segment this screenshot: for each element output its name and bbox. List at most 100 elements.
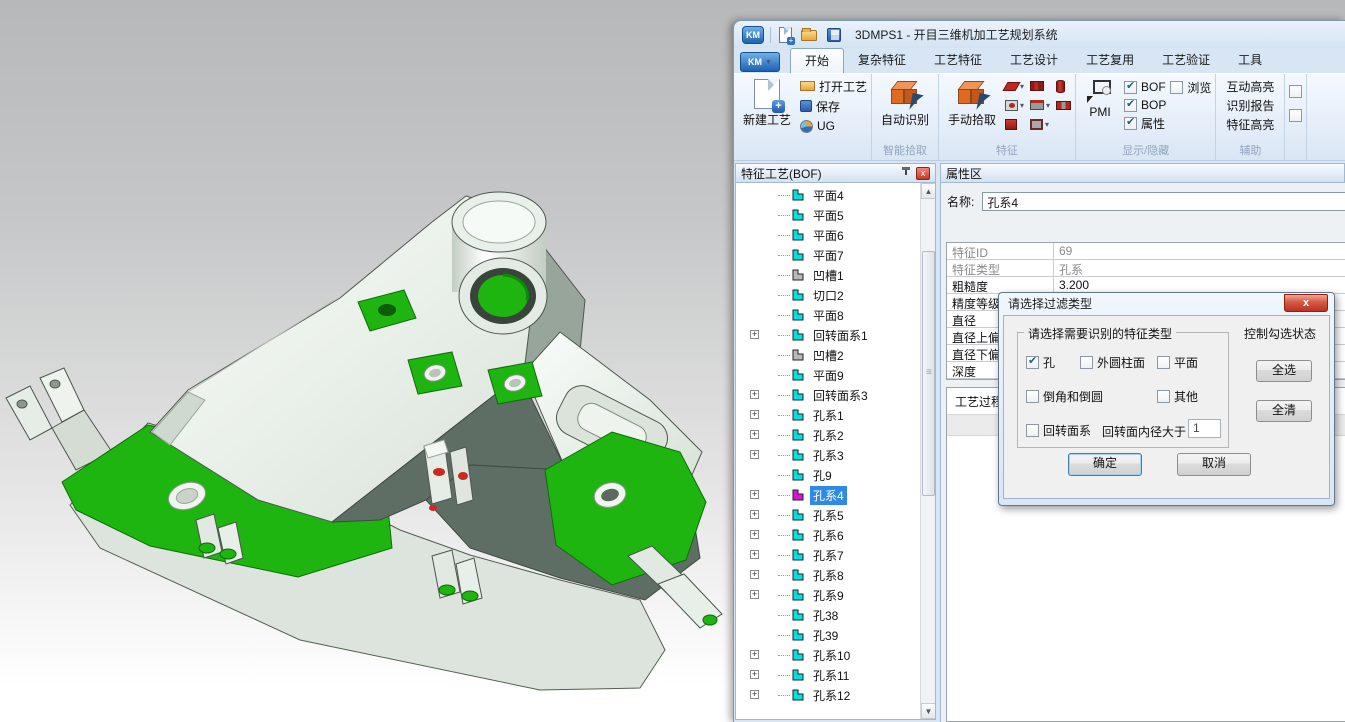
clipped-checkbox-1[interactable] (1289, 82, 1302, 100)
save-icon[interactable] (825, 26, 843, 44)
tree-item-孔系12[interactable]: +孔系12 (736, 685, 920, 705)
tab-复杂特征[interactable]: 复杂特征 (844, 48, 920, 73)
checkbox-BOP[interactable]: BOP (1124, 96, 1166, 114)
tree-item-孔系4[interactable]: +孔系4 (736, 485, 920, 505)
feature-icon (792, 309, 804, 321)
tree-item-平面9[interactable]: 平面9 (736, 365, 920, 385)
expand-icon[interactable]: + (750, 570, 759, 579)
expand-icon[interactable]: + (750, 330, 759, 339)
expand-icon[interactable]: + (750, 550, 759, 559)
assist-link-互动高亮[interactable]: 互动高亮 (1220, 78, 1280, 97)
tree-item-孔系6[interactable]: +孔系6 (736, 525, 920, 545)
tree-item-孔系3[interactable]: +孔系3 (736, 445, 920, 465)
name-input[interactable]: 孔系4 (982, 192, 1345, 211)
pocket-feature-button[interactable]: ▾ (1030, 97, 1050, 113)
plane-feature-button[interactable]: ▾ (1005, 78, 1024, 94)
expand-icon[interactable]: + (750, 650, 759, 659)
select-all-button[interactable]: 全选 (1256, 360, 1312, 382)
pmi-button[interactable]: PMI (1080, 76, 1120, 119)
dialog-checkbox-孔[interactable]: 孔 (1026, 353, 1055, 371)
expand-icon[interactable]: + (750, 670, 759, 679)
open-process-button[interactable]: 打开工艺 (800, 76, 867, 96)
gray-face-icon (1030, 119, 1043, 130)
expand-icon[interactable]: + (750, 390, 759, 399)
ug-button[interactable]: UG (800, 116, 867, 136)
tab-工艺特征[interactable]: 工艺特征 (920, 48, 996, 73)
clear-all-button[interactable]: 全清 (1256, 400, 1312, 422)
tree-item-平面8[interactable]: 平面8 (736, 305, 920, 325)
property-row-特征ID[interactable]: 特征ID69 (947, 243, 1345, 260)
expand-icon[interactable]: + (750, 410, 759, 419)
tree-item-孔系5[interactable]: +孔系5 (736, 505, 920, 525)
browse-checkbox[interactable]: 浏览 (1170, 78, 1211, 96)
assist-link-特征高亮[interactable]: 特征高亮 (1220, 116, 1280, 135)
tree-item-label: 切口2 (810, 286, 847, 305)
scrollbar-thumb[interactable] (922, 251, 935, 496)
auto-recognize-button[interactable]: 自动识别 (876, 76, 934, 128)
tree-item-孔9[interactable]: 孔9 (736, 465, 920, 485)
tree-item-平面6[interactable]: 平面6 (736, 225, 920, 245)
checkbox-属性[interactable]: 属性 (1124, 114, 1166, 132)
inner-diameter-input[interactable]: 1 (1188, 419, 1221, 438)
expand-icon[interactable]: + (750, 510, 759, 519)
tree-item-孔38[interactable]: 孔38 (736, 605, 920, 625)
dialog-checkbox-外圆柱面[interactable]: 外圆柱面 (1080, 353, 1145, 371)
dialog-checkbox-其他[interactable]: 其他 (1157, 387, 1198, 405)
tree-item-切口2[interactable]: 切口2 (736, 285, 920, 305)
clipped-checkbox-2[interactable] (1289, 106, 1302, 124)
cancel-button[interactable]: 取消 (1177, 453, 1251, 476)
expand-icon[interactable]: + (750, 490, 759, 499)
new-process-button[interactable]: + 新建工艺 (738, 76, 796, 128)
tab-工艺设计[interactable]: 工艺设计 (996, 48, 1072, 73)
tab-工艺复用[interactable]: 工艺复用 (1072, 48, 1148, 73)
tree-item-回转面系3[interactable]: +回转面系3 (736, 385, 920, 405)
close-icon[interactable]: x (916, 167, 930, 180)
tree-item-平面7[interactable]: 平面7 (736, 245, 920, 265)
tab-工艺验证[interactable]: 工艺验证 (1148, 48, 1224, 73)
tree-item-平面5[interactable]: 平面5 (736, 205, 920, 225)
expand-icon[interactable]: + (750, 530, 759, 539)
tree-item-孔39[interactable]: 孔39 (736, 625, 920, 645)
expand-icon[interactable]: + (750, 450, 759, 459)
dialog-checkbox-倒角和倒圆[interactable]: 倒角和倒圆 (1026, 387, 1103, 405)
pin-icon[interactable] (900, 167, 912, 179)
scroll-down-button[interactable]: ▼ (921, 703, 936, 719)
tree-item-孔系7[interactable]: +孔系7 (736, 545, 920, 565)
tree-item-孔系2[interactable]: +孔系2 (736, 425, 920, 445)
assist-link-识别报告[interactable]: 识别报告 (1220, 97, 1280, 116)
cylinder-pair-feature-button[interactable] (1056, 97, 1071, 113)
ok-button[interactable]: 确定 (1068, 453, 1142, 476)
scroll-up-button[interactable]: ▲ (921, 183, 936, 199)
new-document-icon[interactable]: + (777, 26, 795, 44)
tree-scrollbar[interactable]: ▲ ▼ (920, 183, 935, 719)
hole-feature-button[interactable]: ▾ (1005, 97, 1024, 113)
manual-pick-button[interactable]: 手动拾取 (943, 76, 1001, 128)
save-button[interactable]: 保存 (800, 96, 867, 116)
bars-feature-button[interactable] (1030, 78, 1050, 94)
expand-icon[interactable]: + (750, 590, 759, 599)
checkbox-BOF[interactable]: BOF (1124, 78, 1166, 96)
tree-item-孔系8[interactable]: +孔系8 (736, 565, 920, 585)
dialog-close-button[interactable]: x (1284, 294, 1328, 312)
tab-开始[interactable]: 开始 (790, 48, 844, 73)
tree-connector (778, 195, 790, 196)
tab-工具[interactable]: 工具 (1224, 48, 1276, 73)
tree-item-平面4[interactable]: 平面4 (736, 185, 920, 205)
dialog-checkbox-平面[interactable]: 平面 (1157, 353, 1198, 371)
property-row-特征类型[interactable]: 特征类型孔系 (947, 260, 1345, 277)
tree-item-孔系11[interactable]: +孔系11 (736, 665, 920, 685)
red-cube-feature-button[interactable] (1005, 116, 1024, 132)
tree-item-孔系9[interactable]: +孔系9 (736, 585, 920, 605)
expand-icon[interactable]: + (750, 690, 759, 699)
open-folder-icon[interactable] (801, 26, 819, 44)
cylinder-feature-button[interactable] (1056, 78, 1071, 94)
app-menu-button[interactable]: KM▼ (740, 52, 780, 72)
tree-item-回转面系1[interactable]: +回转面系1 (736, 325, 920, 345)
tree-item-孔系1[interactable]: +孔系1 (736, 405, 920, 425)
tree-item-孔系10[interactable]: +孔系10 (736, 645, 920, 665)
tree-item-凹槽1[interactable]: 凹槽1 (736, 265, 920, 285)
face-feature-button[interactable]: ▾ (1030, 116, 1050, 132)
dialog-checkbox-回转面系[interactable]: 回转面系 (1026, 421, 1091, 439)
tree-item-凹槽2[interactable]: 凹槽2 (736, 345, 920, 365)
expand-icon[interactable]: + (750, 430, 759, 439)
